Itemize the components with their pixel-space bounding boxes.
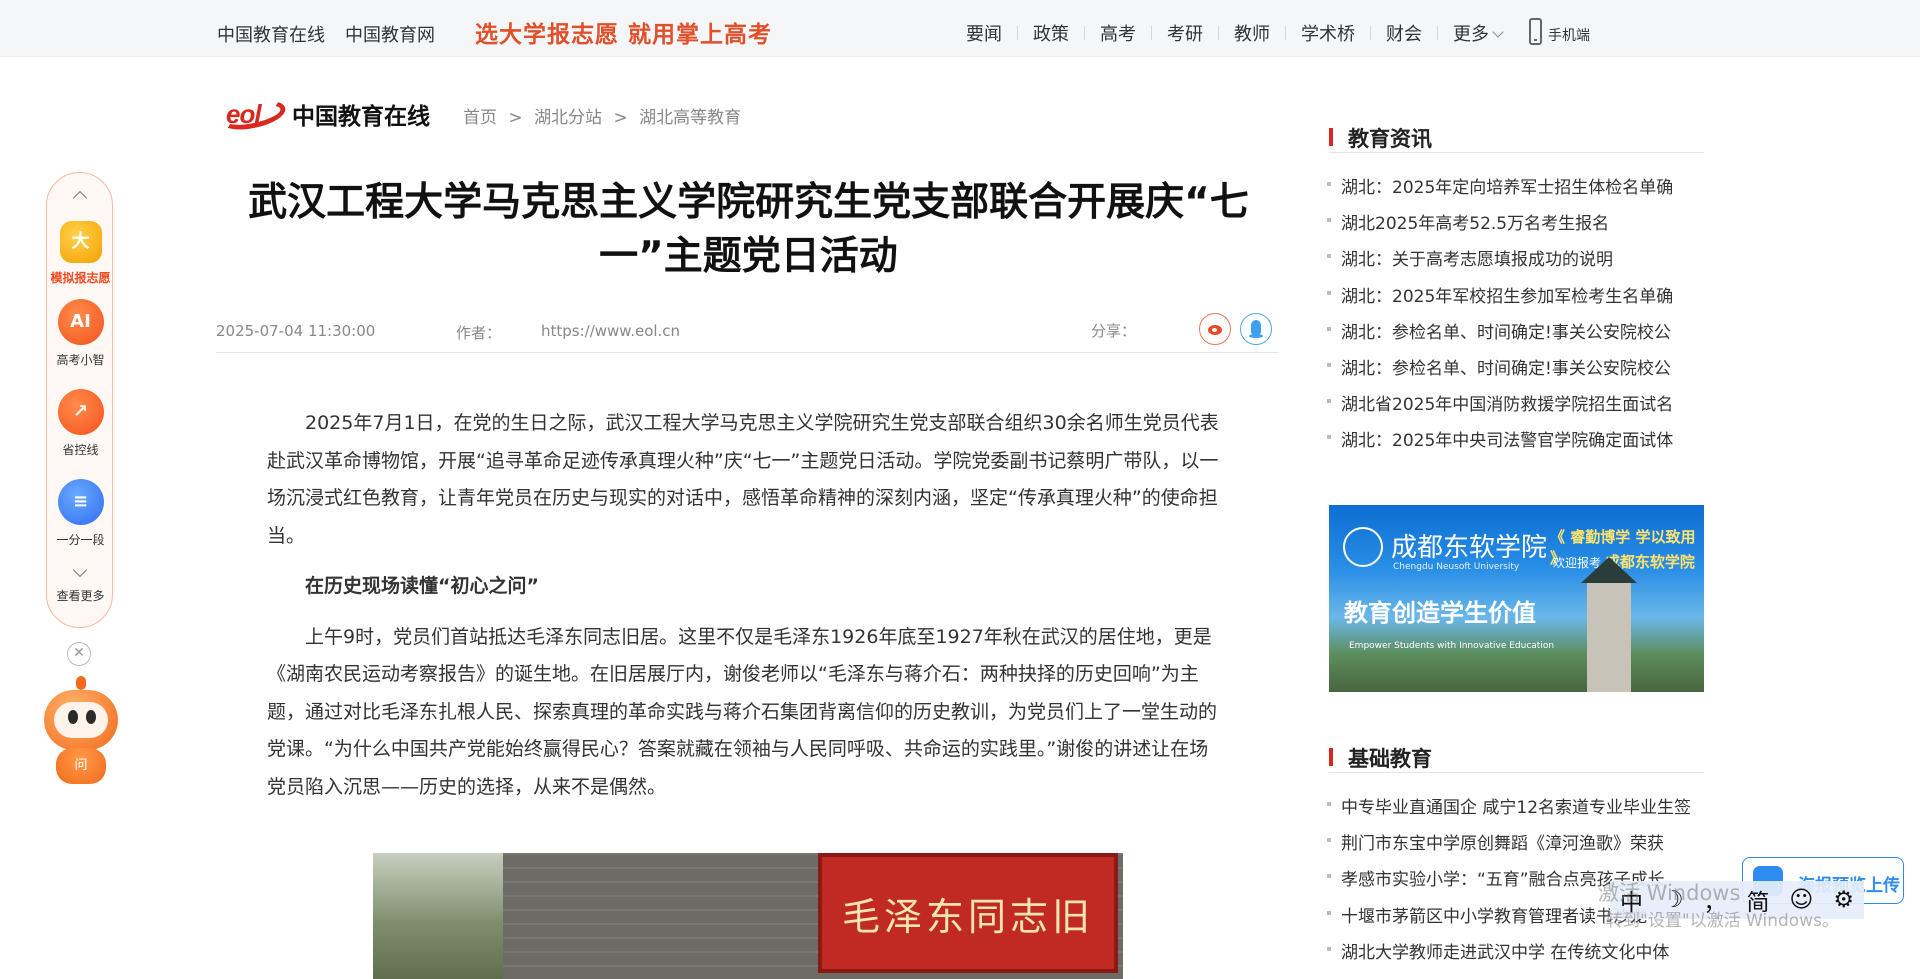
ad-school-en: Chengdu Neusoft University bbox=[1393, 562, 1520, 572]
activation-watermark-sub: 转到"设置"以激活 Windows。 bbox=[1606, 911, 1839, 931]
nav-academic[interactable]: 学术桥 bbox=[1301, 20, 1355, 46]
tool-control-line[interactable]: ↗ 省控线 bbox=[47, 389, 114, 458]
site-link-edu[interactable]: 中国教育网 bbox=[345, 21, 435, 47]
tool-label: 模拟报志愿 bbox=[50, 271, 111, 285]
tool-label: 高考小智 bbox=[56, 353, 105, 367]
logo-name: 中国教育在线 bbox=[292, 104, 430, 130]
nav-policy[interactable]: 政策 bbox=[1033, 20, 1069, 46]
news-item[interactable]: 湖北2025年高考52.5万名考生报名 bbox=[1327, 209, 1717, 245]
news-item[interactable]: 湖北：参检名单、时间确定!事关公安院校公 bbox=[1327, 354, 1717, 390]
author-label: 作者： bbox=[456, 324, 502, 342]
tool-label: 省控线 bbox=[62, 443, 99, 457]
document-icon: ≡ bbox=[57, 479, 104, 525]
nav-divider bbox=[1084, 26, 1085, 40]
article-paragraph: 2025年7月1日，在党的生日之际，武汉工程大学马克思主义学院研究生党支部联合组… bbox=[267, 412, 1219, 547]
breadcrumb-home[interactable]: 首页 bbox=[463, 108, 497, 128]
breadcrumb-separator: > bbox=[508, 108, 523, 128]
mobile-label: 手机端 bbox=[1548, 28, 1590, 44]
breadcrumb: 首页 > 湖北分站 > 湖北高等教育 bbox=[463, 103, 747, 128]
close-icon[interactable]: ✕ bbox=[67, 642, 91, 666]
qq-share-icon[interactable] bbox=[1240, 313, 1272, 345]
see-more-link[interactable]: 查看更多 bbox=[47, 587, 114, 604]
nav-divider bbox=[1370, 26, 1371, 40]
slogan-banner[interactable]: 选大学报志愿 就用掌上高考 bbox=[475, 15, 772, 49]
news-item[interactable]: 中专毕业直通国企 咸宁12名索道专业毕业生签 bbox=[1327, 793, 1717, 829]
chart-icon: ↗ bbox=[57, 389, 104, 435]
ad-school-name: 成都东软学院 bbox=[1391, 533, 1548, 563]
nav-divider bbox=[1285, 26, 1286, 40]
nav-more-label: 更多 bbox=[1453, 24, 1489, 45]
article-title: 武汉工程大学马克思主义学院研究生党支部联合开展庆“七一”主题党日活动 bbox=[248, 180, 1249, 279]
site-logo[interactable]: eol 中国教育在线 bbox=[218, 95, 430, 135]
ad-slogan-en: Empower Students with Innovative Educati… bbox=[1349, 641, 1555, 651]
news-item[interactable]: 湖北：2025年军校招生参加军检考生名单确 bbox=[1327, 282, 1717, 318]
source-url: https://www.eol.cn bbox=[541, 322, 681, 340]
breadcrumb-higher-edu[interactable]: 湖北高等教育 bbox=[639, 108, 741, 128]
share-label: 分享： bbox=[1091, 322, 1137, 340]
chevron-down-icon[interactable] bbox=[72, 562, 88, 578]
site-link-eol[interactable]: 中国教育在线 bbox=[217, 21, 325, 47]
nav-divider bbox=[1437, 26, 1438, 40]
ai-robot-icon: AI bbox=[57, 299, 104, 345]
news-item[interactable]: 湖北省2025年中国消防救援学院招生面试名 bbox=[1327, 390, 1717, 426]
news-item[interactable]: 湖北：参检名单、时间确定!事关公安院校公 bbox=[1327, 318, 1717, 354]
news-item[interactable]: 荆门市东宝中学原创舞蹈《漳河渔歌》荣获 bbox=[1327, 829, 1717, 865]
sidebar-heading-news: 教育资讯 bbox=[1329, 123, 1704, 153]
ask-label: 问 bbox=[56, 748, 106, 784]
nav-gaokao[interactable]: 高考 bbox=[1100, 20, 1136, 46]
article-body: 2025年7月1日，在党的生日之际，武汉工程大学马克思主义学院研究生党支部联合组… bbox=[267, 405, 1227, 819]
top-bar: 中国教育在线 中国教育网 选大学报志愿 就用掌上高考 要闻 政策 高考 考研 教… bbox=[0, 0, 1920, 57]
nav-divider bbox=[1017, 26, 1018, 40]
news-item[interactable]: 湖北：关于高考志愿填报成功的说明 bbox=[1327, 245, 1717, 281]
top-nav: 要闻 政策 高考 考研 教师 学术桥 财会 更多 bbox=[966, 20, 1504, 46]
floating-toolbar: 大 模拟报志愿 AI 高考小智 ↗ 省控线 ≡ 一分一段 查看更多 bbox=[46, 172, 113, 628]
news-item[interactable]: 湖北：2025年中央司法警官学院确定面试体 bbox=[1327, 426, 1717, 462]
mobile-link[interactable]: 手机端 bbox=[1529, 18, 1590, 45]
tool-simulate-apply[interactable]: 大 模拟报志愿 bbox=[47, 221, 114, 286]
nav-news[interactable]: 要闻 bbox=[966, 20, 1002, 46]
robot-mascot[interactable]: 问 bbox=[40, 676, 122, 784]
nav-more[interactable]: 更多 bbox=[1453, 20, 1504, 46]
news-item[interactable]: 湖北大学教师走进武汉中学 在传统文化中体 bbox=[1327, 938, 1717, 974]
news-item[interactable]: 湖北：2025年定向培养军士招生体检名单确 bbox=[1327, 173, 1717, 209]
nav-finance[interactable]: 财会 bbox=[1386, 20, 1422, 46]
sidebar-heading-basic: 基础教育 bbox=[1329, 743, 1704, 773]
article-photo: 毛泽东同志旧居 bbox=[373, 853, 1123, 979]
article-paragraph: 上午9时，党员们首站抵达毛泽东同志旧居。这里不仅是毛泽东1926年底至1927年… bbox=[267, 625, 1218, 798]
news-list: 湖北：2025年定向培养军士招生体检名单确 湖北2025年高考52.5万名考生报… bbox=[1327, 173, 1717, 463]
article-meta: 2025-07-04 11:30:00 作者： https://www.eol.… bbox=[216, 310, 1279, 353]
clock-tower-image bbox=[1581, 557, 1637, 692]
nav-kaoyan[interactable]: 考研 bbox=[1167, 20, 1203, 46]
tool-score-rank[interactable]: ≡ 一分一段 bbox=[47, 479, 114, 548]
scroll-up-icon[interactable] bbox=[72, 190, 88, 206]
weibo-share-icon[interactable] bbox=[1199, 313, 1231, 345]
nav-divider bbox=[1218, 26, 1219, 40]
nav-divider bbox=[1151, 26, 1152, 40]
photo-sign-text: 毛泽东同志旧居 bbox=[818, 853, 1118, 973]
tool-label: 一分一段 bbox=[56, 533, 105, 547]
ad-slogan: 教育创造学生价值 bbox=[1344, 599, 1536, 627]
publish-date: 2025-07-04 11:30:00 bbox=[216, 322, 376, 340]
chevron-down-icon bbox=[1492, 26, 1504, 38]
section-heading: 在历史现场读懂“初心之问” bbox=[305, 575, 539, 597]
simulate-apply-icon: 大 bbox=[59, 221, 102, 263]
phone-icon bbox=[1529, 18, 1542, 45]
nav-teacher[interactable]: 教师 bbox=[1234, 20, 1270, 46]
eol-logo-icon: eol bbox=[218, 95, 288, 135]
breadcrumb-separator: > bbox=[613, 108, 628, 128]
ad-banner-neusoft[interactable]: 成都东软学院 Chengdu Neusoft University 《 睿勤博学… bbox=[1329, 505, 1704, 692]
university-seal-icon bbox=[1343, 527, 1383, 567]
activation-watermark: 激活 Windows bbox=[1598, 881, 1741, 905]
breadcrumb-hubei[interactable]: 湖北分站 bbox=[534, 108, 602, 128]
tool-gaokao-assistant[interactable]: AI 高考小智 bbox=[47, 299, 114, 368]
